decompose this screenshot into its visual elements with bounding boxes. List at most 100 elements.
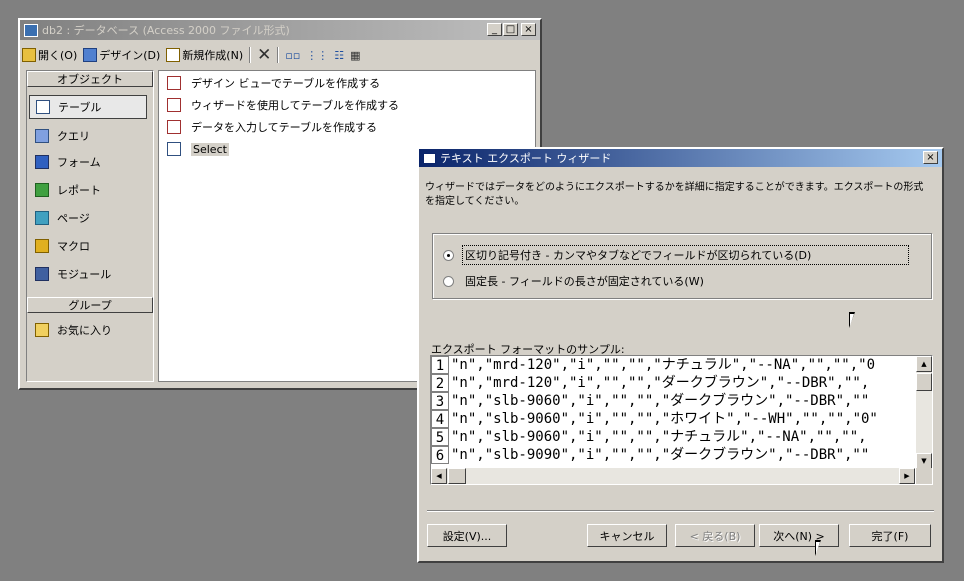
close-button[interactable]: × xyxy=(521,23,536,36)
list-item[interactable]: データを入力してテーブルを作成する xyxy=(167,119,377,135)
finish-button[interactable]: 完了(F) xyxy=(849,524,931,547)
object-item-macros[interactable]: マクロ xyxy=(29,235,90,257)
button-divider xyxy=(427,510,934,512)
sample-row-text: "n","mrd-120","i","","","ナチュラル","--NA","… xyxy=(451,357,876,373)
list-view-icon[interactable]: ☷ xyxy=(334,49,344,62)
module-icon xyxy=(35,267,49,281)
scroll-right-button[interactable]: ▶ xyxy=(899,468,915,484)
sample-row: 6 "n","slb-9090","i","","","ダークブラウン","--D… xyxy=(431,446,915,464)
scroll-left-button[interactable]: ◀ xyxy=(431,468,447,484)
open-button[interactable]: 開く(O) xyxy=(22,47,77,63)
groups-header[interactable]: グループ xyxy=(27,297,153,313)
report-icon xyxy=(35,183,49,197)
object-item-pages[interactable]: ページ xyxy=(29,207,90,229)
scroll-corner xyxy=(916,468,932,484)
sample-row-text: "n","slb-9060","i","","","ホワイト","--WH","… xyxy=(451,411,878,427)
open-icon xyxy=(22,48,36,62)
option-delimited[interactable]: 区切り記号付き - カンマやタブなどでフィールドが区切られている(D) xyxy=(443,245,909,265)
scroll-up-button[interactable]: ▲ xyxy=(916,356,932,372)
wizard-icon xyxy=(423,152,436,164)
database-toolbar: 開く(O) デザイン(D) 新規作成(N) ✕ ▫▫ ⋮⋮ ☷ ▦ xyxy=(22,44,538,66)
scroll-thumb-horizontal[interactable] xyxy=(448,468,466,484)
new-icon xyxy=(166,48,181,62)
radio-unselected-icon[interactable] xyxy=(443,275,454,287)
option-fixed[interactable]: 固定長 - フィールドの長さが固定されている(W) xyxy=(443,272,707,290)
create-data-icon xyxy=(167,120,181,134)
design-label: デザイン(D) xyxy=(99,49,161,62)
small-icons-icon[interactable]: ⋮⋮ xyxy=(306,49,328,62)
database-icon xyxy=(24,23,38,37)
mouse-cursor-icon xyxy=(849,312,855,328)
sample-preview: 1 "n","mrd-120","i","","","ナチュラル","--NA",… xyxy=(430,355,933,485)
sample-row: 4 "n","slb-9060","i","","","ホワイト","--WH",… xyxy=(431,410,915,428)
page-icon xyxy=(35,211,49,225)
radio-selected-icon[interactable] xyxy=(443,249,454,261)
favorites-icon xyxy=(35,323,49,337)
object-item-modules[interactable]: モジュール xyxy=(29,263,111,285)
format-options-group: 区切り記号付き - カンマやタブなどでフィールドが区切られている(D) 固定長 … xyxy=(432,233,932,299)
new-button[interactable]: 新規作成(N) xyxy=(166,47,243,63)
close-button[interactable]: × xyxy=(923,151,938,164)
large-icons-icon[interactable]: ▫▫ xyxy=(285,49,300,62)
sample-row-number: 4 xyxy=(431,410,449,428)
form-icon xyxy=(35,155,49,169)
sample-row-text: "n","slb-9090","i","","","ダークブラウン","--DB… xyxy=(451,447,870,463)
create-design-icon xyxy=(167,76,181,90)
sample-row-number: 1 xyxy=(431,356,449,374)
maximize-button[interactable]: □ xyxy=(503,23,518,36)
minimize-button[interactable]: _ xyxy=(487,23,502,36)
sample-row-number: 5 xyxy=(431,428,449,446)
vertical-scrollbar[interactable]: ▲ ▼ xyxy=(916,356,932,469)
wizard-description: ウィザードではデータをどのようにエクスポートするかを詳細に指定することができます… xyxy=(425,182,924,207)
group-item-favorites[interactable]: お気に入り xyxy=(29,319,112,341)
sample-row: 5 "n","slb-9060","i","","","ナチュラル","--NA"… xyxy=(431,428,915,446)
toolbar-separator xyxy=(249,47,252,63)
objects-header[interactable]: オブジェクト xyxy=(27,71,153,87)
sample-row-text: "n","slb-9060","i","","","ダークブラウン","--DB… xyxy=(451,393,870,409)
option-delimited-label: 区切り記号付き - カンマやタブなどでフィールドが区切られている(D) xyxy=(462,245,909,265)
wizard-titlebar[interactable]: テキスト エクスポート ウィザード × xyxy=(419,149,942,167)
scroll-thumb-vertical[interactable] xyxy=(916,373,932,391)
create-wizard-icon xyxy=(167,98,181,112)
database-window-title: db2 : データベース (Access 2000 ファイル形式) xyxy=(42,24,290,37)
sample-row-number: 6 xyxy=(431,446,449,464)
database-window-titlebar[interactable]: db2 : データベース (Access 2000 ファイル形式) _ □ × xyxy=(20,20,540,40)
wizard-dialog: テキスト エクスポート ウィザード × ウィザードではデータをどのようにエクスポ… xyxy=(417,147,944,563)
horizontal-scrollbar[interactable]: ◀ ▶ xyxy=(431,468,915,484)
objects-bar: オブジェクト テーブル クエリ フォーム レポート ページ マクロ モジュール xyxy=(26,70,154,382)
design-button[interactable]: デザイン(D) xyxy=(83,47,160,63)
sample-rows: 1 "n","mrd-120","i","","","ナチュラル","--NA",… xyxy=(431,356,915,469)
sample-row-number: 2 xyxy=(431,374,449,392)
design-icon xyxy=(83,48,98,62)
back-button: < 戻る(B) xyxy=(675,524,755,547)
table-icon xyxy=(167,142,181,156)
mouse-cursor-icon xyxy=(815,540,821,556)
table-icon xyxy=(36,100,50,114)
macro-icon xyxy=(35,239,49,253)
toolbar-separator xyxy=(277,47,280,63)
delete-icon[interactable]: ✕ xyxy=(257,47,271,64)
next-button[interactable]: 次へ(N) > xyxy=(759,524,839,547)
open-label: 開く(O) xyxy=(38,49,78,62)
sample-row: 3 "n","slb-9060","i","","","ダークブラウン","--D… xyxy=(431,392,915,410)
option-fixed-label: 固定長 - フィールドの長さが固定されている(W) xyxy=(465,275,704,288)
sample-row-text: "n","slb-9060","i","","","ナチュラル","--NA",… xyxy=(451,429,867,445)
query-icon xyxy=(35,129,49,143)
list-item[interactable]: ウィザードを使用してテーブルを作成する xyxy=(167,97,399,113)
wizard-title: テキスト エクスポート ウィザード xyxy=(440,152,612,165)
scroll-down-button[interactable]: ▼ xyxy=(916,453,932,469)
new-label: 新規作成(N) xyxy=(182,49,244,62)
sample-row-text: "n","mrd-120","i","","","ダークブラウン","--DBR… xyxy=(451,375,870,391)
settings-button[interactable]: 設定(V)... xyxy=(427,524,507,547)
cancel-button[interactable]: キャンセル xyxy=(587,524,667,547)
object-item-tables[interactable]: テーブル xyxy=(29,95,147,119)
list-item[interactable]: Select xyxy=(167,141,229,157)
sample-row-number: 3 xyxy=(431,392,449,410)
object-item-queries[interactable]: クエリ xyxy=(29,125,90,147)
object-item-reports[interactable]: レポート xyxy=(29,179,101,201)
details-view-icon[interactable]: ▦ xyxy=(350,49,360,62)
sample-row: 2 "n","mrd-120","i","","","ダークブラウン","--DB… xyxy=(431,374,915,392)
object-item-forms[interactable]: フォーム xyxy=(29,151,101,173)
list-item[interactable]: デザイン ビューでテーブルを作成する xyxy=(167,75,380,91)
sample-row: 1 "n","mrd-120","i","","","ナチュラル","--NA",… xyxy=(431,356,915,374)
